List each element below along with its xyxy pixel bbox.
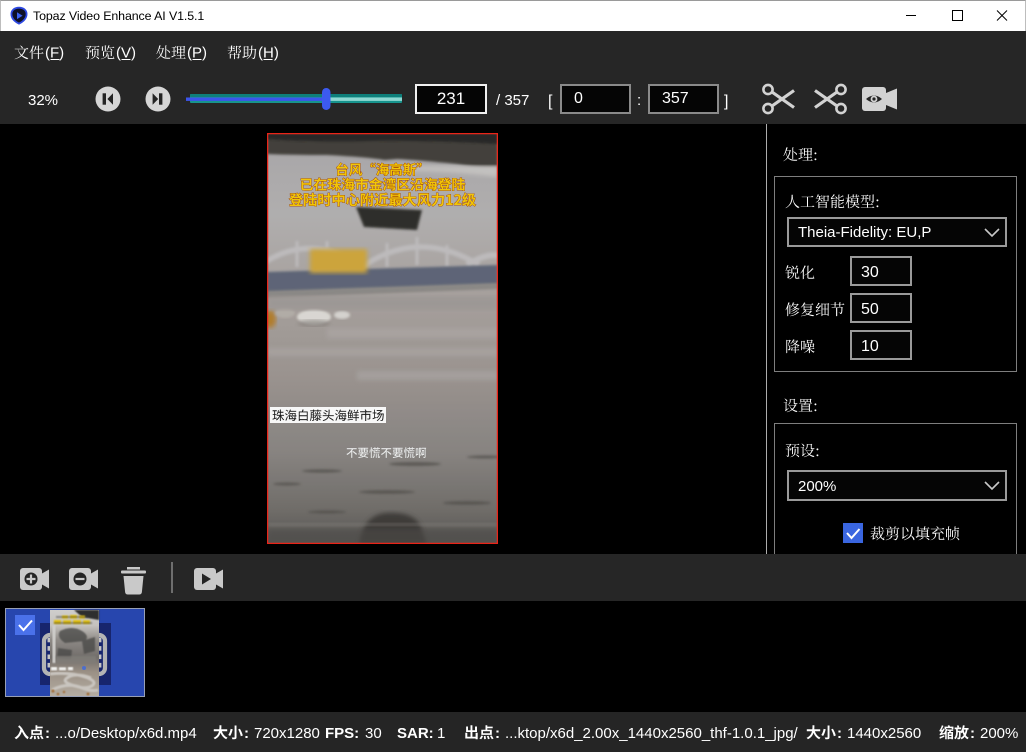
svg-text:50: 50 [861,301,879,318]
svg-text:FPS:: FPS: [325,725,359,742]
svg-text::: : [495,725,500,742]
svg-text:]: ] [724,93,728,110]
svg-text:200%: 200% [980,725,1018,742]
svg-text:SAR:: SAR: [397,725,434,742]
svg-text:200%: 200% [798,478,836,495]
svg-text:(F): (F) [45,45,64,62]
svg-text:(H): (H) [258,45,279,62]
svg-text:10: 10 [861,338,879,355]
svg-text:...o/Desktop/x6d.mp4: ...o/Desktop/x6d.mp4 [55,725,197,742]
svg-text:(V): (V) [116,45,136,62]
svg-text:[: [ [548,93,553,110]
svg-text:(P): (P) [187,45,207,62]
svg-text::: : [637,92,641,109]
svg-text::: : [45,725,50,742]
svg-text:30: 30 [365,725,382,742]
svg-text:32%: 32% [28,92,58,109]
svg-text:/ 357: / 357 [496,92,529,109]
svg-text::: : [970,725,975,742]
svg-text:Theia-Fidelity: EU,P: Theia-Fidelity: EU,P [798,224,931,241]
svg-text::: : [244,725,249,742]
svg-text:30: 30 [861,264,879,281]
svg-text:...ktop/x6d_2.00x_1440x2560_th: ...ktop/x6d_2.00x_1440x2560_thf-1.0.1_jp… [505,725,799,742]
svg-text:1: 1 [437,725,445,742]
svg-text:720x1280: 720x1280 [254,725,320,742]
svg-text::: : [837,725,842,742]
svg-text:1440x2560: 1440x2560 [847,725,921,742]
